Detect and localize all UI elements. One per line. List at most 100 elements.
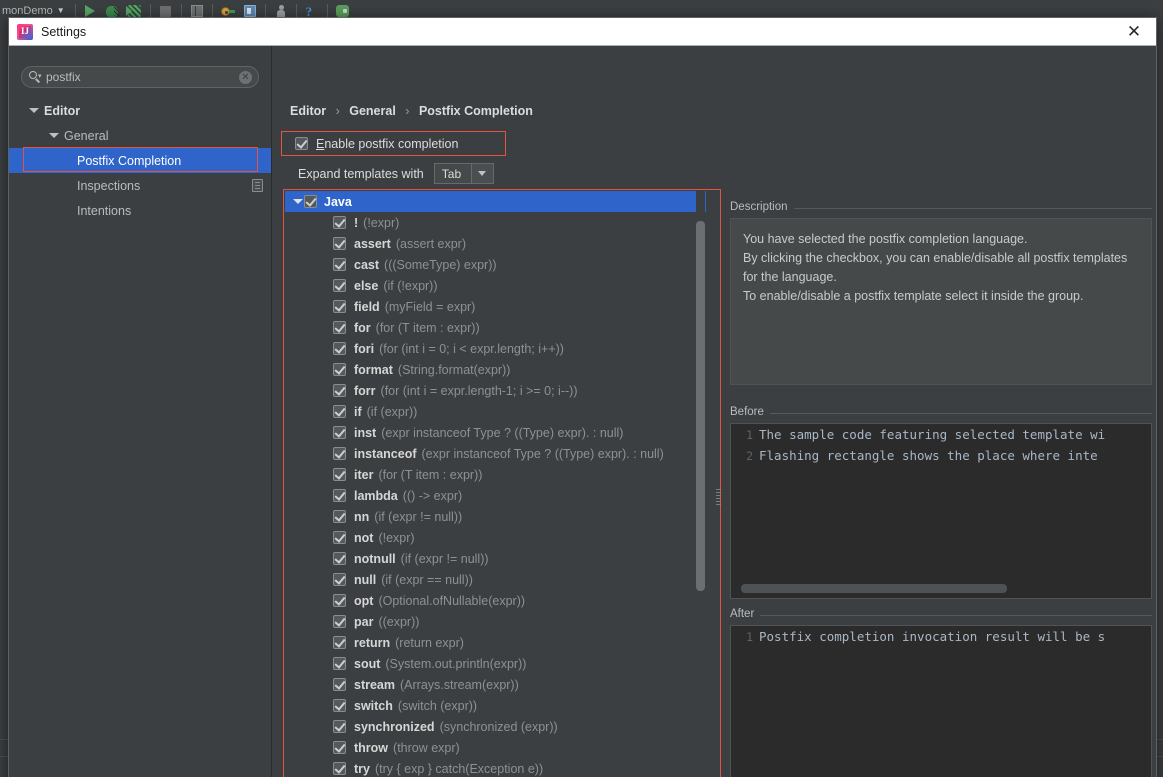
run-configuration-selector[interactable]: monDemo ▼ — [0, 5, 65, 17]
template-row[interactable]: ! (!expr) — [285, 212, 706, 233]
template-checkbox[interactable] — [333, 762, 346, 775]
template-row[interactable]: lambda (() -> expr) — [285, 485, 706, 506]
template-row[interactable]: cast (((SomeType) expr)) — [285, 254, 706, 275]
template-checkbox[interactable] — [333, 447, 346, 460]
template-checkbox[interactable] — [333, 636, 346, 649]
sidebar-item-inspections[interactable]: Inspections — [9, 173, 271, 198]
template-row[interactable]: opt (Optional.ofNullable(expr)) — [285, 590, 706, 611]
template-name: field — [354, 299, 380, 314]
templates-scrollbar-thumb[interactable] — [696, 221, 705, 591]
template-name: not — [354, 530, 374, 545]
copy-profile-icon[interactable] — [252, 179, 263, 192]
before-code-editor[interactable]: 1 The sample code featuring selected tem… — [730, 423, 1152, 599]
template-checkbox[interactable] — [333, 279, 346, 292]
template-name: synchronized — [354, 719, 435, 734]
template-checkbox[interactable] — [333, 363, 346, 376]
template-row[interactable]: field (myField = expr) — [285, 296, 706, 317]
template-checkbox[interactable] — [333, 552, 346, 565]
template-checkbox[interactable] — [333, 405, 346, 418]
chevron-down-icon[interactable] — [470, 164, 493, 183]
template-row[interactable]: if (if (expr)) — [285, 401, 706, 422]
breadcrumb-part-general[interactable]: General — [349, 104, 396, 118]
breadcrumb: Editor › General › Postfix Completion — [290, 104, 533, 118]
section-rule — [730, 615, 1152, 616]
sidebar-item-intentions[interactable]: Intentions — [9, 198, 271, 223]
template-checkbox[interactable] — [333, 468, 346, 481]
template-row[interactable]: null (if (expr == null)) — [285, 569, 706, 590]
template-checkbox[interactable] — [333, 237, 346, 250]
enable-postfix-completion-row[interactable]: Enable postfix completion — [281, 131, 506, 156]
close-icon[interactable]: ✕ — [1112, 18, 1156, 45]
template-row[interactable]: nn (if (expr != null)) — [285, 506, 706, 527]
template-checkbox[interactable] — [333, 594, 346, 607]
template-row[interactable]: instanceof (expr instanceof Type ? ((Type… — [285, 443, 706, 464]
run-configuration-label: monDemo — [2, 4, 53, 17]
template-checkbox[interactable] — [333, 300, 346, 313]
template-row[interactable]: forr (for (int i = expr.length-1; i >= 0;… — [285, 380, 706, 401]
template-checkbox[interactable] — [333, 321, 346, 334]
template-row[interactable]: fori (for (int i = 0; i < expr.length; i+… — [285, 338, 706, 359]
sidebar-item-editor[interactable]: Editor — [9, 98, 271, 123]
template-row[interactable]: iter (for (T item : expr)) — [285, 464, 706, 485]
template-row[interactable]: format (String.format(expr)) — [285, 359, 706, 380]
search-field[interactable]: ▾ postfix ✕ — [21, 66, 259, 88]
template-row[interactable]: throw (throw expr) — [285, 737, 706, 758]
template-checkbox[interactable] — [333, 384, 346, 397]
templates-tree[interactable]: Java ! (!expr) assert (assert expr) cast (((S… — [285, 191, 706, 777]
chevron-down-icon[interactable] — [29, 105, 40, 116]
template-row[interactable]: return (return expr) — [285, 632, 706, 653]
expand-key-dropdown[interactable]: Tab — [433, 163, 494, 184]
after-code-editor[interactable]: 1 Postfix completion invocation result w… — [730, 625, 1152, 777]
chevron-down-icon[interactable] — [49, 130, 60, 141]
template-row[interactable]: try (try { exp } catch(Exception e)) — [285, 758, 706, 777]
template-row[interactable]: inst (expr instanceof Type ? ((Type) expr… — [285, 422, 706, 443]
section-rule — [730, 413, 1152, 414]
template-checkbox[interactable] — [333, 258, 346, 271]
templates-group-java[interactable]: Java — [285, 191, 706, 212]
template-checkbox[interactable] — [333, 216, 346, 229]
template-row[interactable]: par ((expr)) — [285, 611, 706, 632]
template-checkbox[interactable] — [333, 510, 346, 523]
template-name: cast — [354, 257, 380, 272]
clear-search-icon[interactable]: ✕ — [239, 70, 252, 84]
enable-postfix-completion-checkbox[interactable] — [295, 137, 308, 150]
line-number: 2 — [746, 448, 753, 463]
template-row[interactable]: else (if (!expr)) — [285, 275, 706, 296]
template-checkbox[interactable] — [333, 489, 346, 502]
template-name: try — [354, 761, 370, 776]
template-row[interactable]: sout (System.out.println(expr)) — [285, 653, 706, 674]
template-row[interactable]: stream (Arrays.stream(expr)) — [285, 674, 706, 695]
template-row[interactable]: switch (switch (expr)) — [285, 695, 706, 716]
search-input[interactable]: postfix — [46, 70, 239, 84]
template-checkbox[interactable] — [333, 657, 346, 670]
template-row[interactable]: synchronized (synchronized (expr)) — [285, 716, 706, 737]
template-checkbox[interactable] — [333, 426, 346, 439]
sidebar-item-general[interactable]: General — [9, 123, 271, 148]
template-row[interactable]: for (for (T item : expr)) — [285, 317, 706, 338]
after-section: After 1 Postfix completion invocation re… — [730, 608, 1152, 777]
sidebar-item-label: General — [64, 128, 109, 143]
template-name: assert — [354, 236, 391, 251]
description-line: To enable/disable a postfix template sel… — [743, 289, 1084, 303]
templates-group-checkbox[interactable] — [304, 195, 317, 208]
template-checkbox[interactable] — [333, 699, 346, 712]
template-name: instanceof — [354, 446, 417, 461]
nav-splitter[interactable] — [271, 46, 272, 777]
template-row[interactable]: not (!expr) — [285, 527, 706, 548]
template-checkbox[interactable] — [333, 615, 346, 628]
before-hscrollbar[interactable] — [741, 584, 1007, 593]
template-checkbox[interactable] — [333, 531, 346, 544]
chevron-down-icon[interactable] — [293, 196, 304, 207]
template-checkbox[interactable] — [333, 342, 346, 355]
template-checkbox[interactable] — [333, 573, 346, 586]
template-checkbox[interactable] — [333, 720, 346, 733]
template-row[interactable]: notnull (if (expr != null)) — [285, 548, 706, 569]
template-checkbox[interactable] — [333, 678, 346, 691]
template-name: inst — [354, 425, 377, 440]
templates-scrollbar[interactable] — [696, 191, 705, 777]
panel-split-handle[interactable] — [716, 489, 721, 505]
template-checkbox[interactable] — [333, 741, 346, 754]
breadcrumb-part-editor[interactable]: Editor — [290, 104, 326, 118]
sidebar-item-postfix-completion[interactable]: Postfix Completion — [9, 147, 271, 173]
template-row[interactable]: assert (assert expr) — [285, 233, 706, 254]
